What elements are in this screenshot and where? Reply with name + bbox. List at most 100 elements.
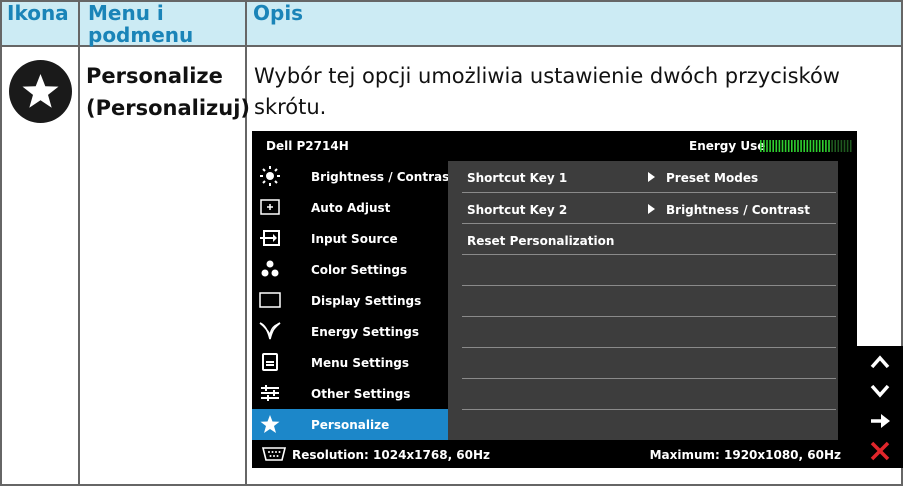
energy-meter-segment	[778, 140, 781, 152]
submenu-divider	[462, 316, 836, 317]
table-divider-2	[245, 0, 247, 486]
energy-meter-segment	[800, 140, 802, 152]
input-source-icon	[260, 230, 280, 246]
energy-settings-icon	[259, 322, 281, 340]
osd-screenshot: Dell P2714H Energy Use Brightness / Cont…	[252, 131, 857, 468]
menu-name-line1: Personalize	[86, 64, 223, 88]
energy-meter-segment	[781, 140, 784, 152]
menu-label-color-settings: Color Settings	[311, 263, 408, 277]
menu-item-color-settings[interactable]: Color Settings	[252, 254, 448, 285]
osd-title-bar: Dell P2714H Energy Use	[252, 131, 857, 161]
play-arrow-icon	[648, 172, 655, 182]
energy-meter-segment	[803, 140, 805, 152]
auto-adjust-icon	[260, 199, 280, 215]
energy-meter-segment	[784, 140, 787, 152]
menu-label-other-settings: Other Settings	[311, 387, 411, 401]
down-arrow-icon[interactable]	[867, 378, 893, 404]
menu-item-display-settings[interactable]: Display Settings	[252, 285, 448, 316]
close-icon[interactable]	[867, 438, 893, 464]
menu-item-menu-settings[interactable]: Menu Settings	[252, 347, 448, 378]
energy-meter-segment	[818, 140, 821, 152]
energy-use-label: Energy Use	[689, 139, 766, 153]
menu-item-brightness-contrast[interactable]: Brightness / Contrast	[252, 161, 455, 192]
energy-meter-segment	[822, 140, 824, 152]
menu-item-other-settings[interactable]: Other Settings	[252, 378, 448, 409]
energy-meter-segment	[849, 140, 852, 152]
header-menu-col-line2: podmenu	[88, 23, 194, 47]
vga-connector-icon	[261, 447, 287, 461]
energy-meter-segment	[763, 140, 765, 152]
description-line1: Wybór tej opcji umożliwia ustawienie dwó…	[254, 64, 840, 88]
other-settings-icon	[261, 385, 279, 401]
menu-name-line2: (Personalizuj)	[86, 96, 251, 120]
osd-main-menu: Brightness / Contrast Auto Adjust Input …	[252, 161, 455, 440]
energy-meter-segment	[831, 140, 833, 152]
submenu-divider	[462, 378, 836, 379]
energy-meter-segment	[825, 140, 827, 152]
energy-meter-segment	[828, 140, 830, 152]
energy-meter-segment	[840, 140, 843, 152]
energy-meter-segment	[809, 140, 812, 152]
menu-item-auto-adjust[interactable]: Auto Adjust	[252, 192, 448, 223]
table-divider-1	[78, 0, 80, 486]
energy-meter-segment	[843, 140, 846, 152]
menu-label-display-settings: Display Settings	[311, 294, 422, 308]
right-arrow-icon[interactable]	[867, 408, 893, 434]
energy-meter-segment	[815, 140, 818, 152]
submenu-divider	[462, 254, 836, 255]
osd-status-bar: Resolution: 1024x1768, 60Hz Maximum: 192…	[252, 440, 857, 468]
osd-navigation-buttons	[857, 346, 903, 468]
maximum-resolution: Maximum: 1920x1080, 60Hz	[649, 448, 841, 462]
submenu-divider	[462, 409, 836, 410]
energy-meter-segment	[837, 140, 840, 152]
submenu-shortcut-key-2[interactable]: Shortcut Key 2	[467, 203, 567, 217]
osd-model-title: Dell P2714H	[266, 139, 349, 153]
energy-use-meter	[760, 140, 852, 152]
osd-submenu-panel: Shortcut Key 1 Preset Modes Shortcut Key…	[448, 161, 838, 440]
menu-item-energy-settings[interactable]: Energy Settings	[252, 316, 448, 347]
submenu-divider	[462, 285, 836, 286]
menu-settings-icon	[262, 353, 278, 371]
submenu-reset-personalization[interactable]: Reset Personalization	[467, 234, 614, 248]
energy-meter-segment	[812, 140, 815, 152]
energy-meter-segment	[787, 140, 790, 152]
color-settings-icon	[261, 260, 279, 277]
energy-meter-segment	[760, 140, 762, 152]
energy-meter-segment	[797, 140, 799, 152]
up-arrow-icon[interactable]	[867, 349, 893, 375]
play-arrow-icon	[648, 204, 655, 214]
energy-meter-segment	[769, 140, 771, 152]
current-resolution: Resolution: 1024x1768, 60Hz	[292, 448, 491, 462]
energy-meter-segment	[834, 140, 836, 152]
submenu-divider	[462, 223, 836, 224]
menu-label-auto-adjust: Auto Adjust	[311, 201, 391, 215]
submenu-divider	[462, 347, 836, 348]
energy-meter-segment	[775, 140, 778, 152]
submenu-shortcut-key-1-value[interactable]: Preset Modes	[666, 171, 758, 185]
menu-item-personalize[interactable]: Personalize	[252, 409, 448, 440]
table-border-left	[0, 0, 2, 486]
header-menu-col-line1: Menu i	[88, 1, 164, 25]
display-settings-icon	[259, 292, 281, 308]
menu-label-personalize: Personalize	[311, 418, 390, 432]
energy-meter-segment	[806, 140, 809, 152]
menu-label-input-source: Input Source	[311, 232, 398, 246]
submenu-shortcut-key-1[interactable]: Shortcut Key 1	[467, 171, 567, 185]
submenu-shortcut-key-2-value[interactable]: Brightness / Contrast	[666, 203, 810, 217]
description-line2: skrótu.	[254, 95, 327, 119]
energy-meter-segment	[846, 140, 849, 152]
menu-label-energy-settings: Energy Settings	[311, 325, 420, 339]
energy-meter-segment	[772, 140, 774, 152]
table-border-bottom	[0, 484, 903, 486]
header-description-col: Opis	[253, 1, 304, 25]
brightness-icon	[260, 166, 280, 186]
menu-item-input-source[interactable]: Input Source	[252, 223, 448, 254]
energy-meter-segment	[791, 140, 793, 152]
star-icon	[9, 60, 72, 123]
menu-label-menu-settings: Menu Settings	[311, 356, 409, 370]
energy-meter-segment	[794, 140, 796, 152]
energy-meter-segment	[766, 140, 768, 152]
submenu-divider	[462, 192, 836, 193]
star-icon	[260, 415, 280, 433]
menu-label-brightness-contrast: Brightness / Contrast	[311, 170, 455, 184]
